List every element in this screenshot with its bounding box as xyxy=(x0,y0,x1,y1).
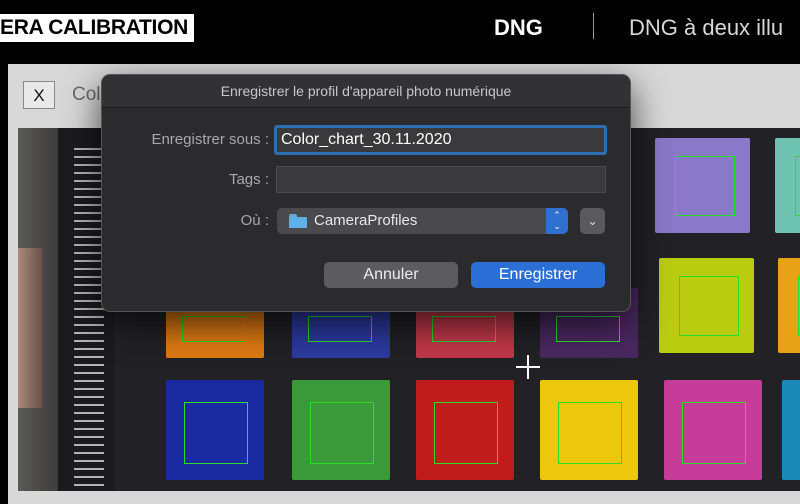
nav-item-dng-dual[interactable]: DNG à deux illu xyxy=(629,14,783,42)
tags-label: Tags : xyxy=(228,171,269,188)
color-patch[interactable] xyxy=(782,380,800,480)
save-profile-dialog: Enregistrer le profil d'appareil photo n… xyxy=(101,74,631,312)
patch-selection xyxy=(675,156,735,216)
save-as-input[interactable] xyxy=(274,125,607,155)
patch-selection xyxy=(556,316,620,342)
tags-input[interactable] xyxy=(276,166,606,193)
patch-selection xyxy=(184,402,248,464)
patch-selection xyxy=(434,402,498,464)
where-label: Où : xyxy=(240,212,269,229)
patch-selection xyxy=(558,402,622,464)
color-patch[interactable] xyxy=(664,380,762,480)
patch-selection xyxy=(310,402,374,464)
patch-selection xyxy=(308,316,372,342)
location-select-value: CameraProfiles xyxy=(314,212,418,229)
app-window-title: Col xyxy=(72,84,101,105)
color-patch[interactable] xyxy=(659,258,754,353)
color-patch[interactable] xyxy=(655,138,750,233)
folder-icon xyxy=(289,214,307,228)
cancel-button[interactable]: Annuler xyxy=(324,262,458,288)
color-patch[interactable] xyxy=(166,380,264,480)
select-stepper-icon[interactable]: ⌃ ⌄ xyxy=(546,208,568,234)
nav-item-dng[interactable]: DNG xyxy=(494,14,543,42)
crosshair-cursor-icon xyxy=(516,355,540,379)
color-patch[interactable] xyxy=(775,138,800,233)
brand-logo: ERA CALIBRATION xyxy=(0,14,194,42)
dialog-title: Enregistrer le profil d'appareil photo n… xyxy=(102,75,630,108)
photo-ruler xyxy=(74,148,104,488)
patch-selection xyxy=(682,402,746,464)
chevron-down-icon: ⌄ xyxy=(587,214,598,228)
color-patch[interactable] xyxy=(416,380,514,480)
expand-button[interactable]: ⌄ xyxy=(580,208,605,234)
photo-skin-area xyxy=(18,248,42,408)
color-patch[interactable] xyxy=(292,380,390,480)
patch-selection xyxy=(432,316,496,342)
save-button[interactable]: Enregistrer xyxy=(471,262,605,288)
patch-selection xyxy=(795,156,800,216)
save-as-label: Enregistrer sous : xyxy=(151,131,269,148)
top-bar: ERA CALIBRATION DNG DNG à deux illu xyxy=(0,0,800,60)
location-select[interactable]: CameraProfiles ⌃ ⌄ xyxy=(277,208,568,234)
patch-selection xyxy=(182,316,246,342)
patch-selection xyxy=(679,276,739,336)
close-button[interactable]: X xyxy=(23,81,55,109)
nav-divider xyxy=(593,13,594,39)
color-patch[interactable] xyxy=(540,380,638,480)
color-patch[interactable] xyxy=(778,258,800,353)
